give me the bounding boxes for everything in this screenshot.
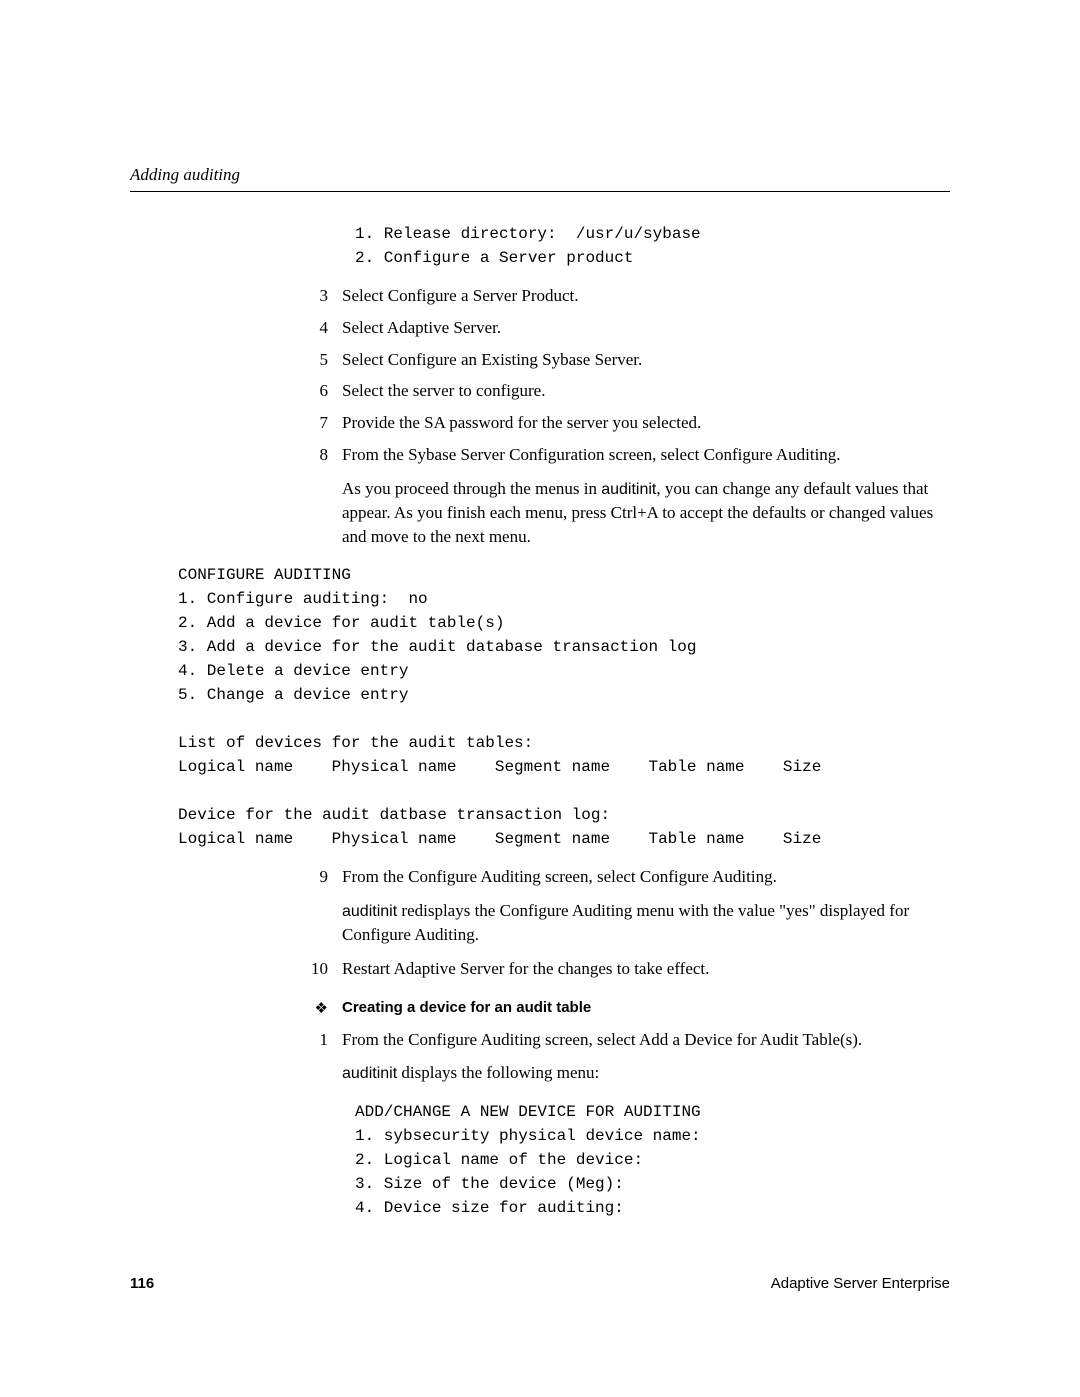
subheading-text: Creating a device for an audit table (342, 999, 591, 1018)
step-number: 7 (300, 411, 342, 435)
step-list-d: 1 From the Configure Auditing screen, se… (130, 1028, 950, 1052)
step-text: From the Configure Auditing screen, sele… (342, 865, 950, 889)
step-number: 6 (300, 379, 342, 403)
step-number: 10 (300, 957, 342, 981)
step-number: 3 (300, 284, 342, 308)
step-number: 4 (300, 316, 342, 340)
step-text: From the Sybase Server Configuration scr… (342, 443, 950, 467)
subheading-row: ❖ Creating a device for an audit table (300, 999, 950, 1018)
paragraph-2: auditinit redisplays the Configure Audit… (342, 899, 950, 947)
step-item: 7 Provide the SA password for the server… (300, 411, 950, 435)
step-text: Select the server to configure. (342, 379, 950, 403)
paragraph-3: auditinit displays the following menu: (342, 1061, 950, 1085)
step-item: 9 From the Configure Auditing screen, se… (300, 865, 950, 889)
step-text: Provide the SA password for the server y… (342, 411, 950, 435)
step-item: 3 Select Configure a Server Product. (300, 284, 950, 308)
page-footer: 116 Adaptive Server Enterprise (130, 1275, 950, 1292)
step-number: 8 (300, 443, 342, 467)
para3-post: displays the following menu: (397, 1063, 599, 1082)
step-text: Select Adaptive Server. (342, 316, 950, 340)
step-text: Restart Adaptive Server for the changes … (342, 957, 950, 981)
auditinit-term: auditinit (601, 481, 656, 498)
step-number: 5 (300, 348, 342, 372)
header-rule (130, 191, 950, 192)
step-item: 6 Select the server to configure. (300, 379, 950, 403)
subheading-marker: ❖ (300, 999, 342, 1018)
para1-pre: As you proceed through the menus in (342, 479, 601, 498)
step-number: 1 (300, 1028, 342, 1052)
step-text: Select Configure a Server Product. (342, 284, 950, 308)
para2-mid: redisplays the Configure Auditing menu w… (342, 901, 909, 944)
step-text: From the Configure Auditing screen, sele… (342, 1028, 950, 1052)
code-block-1: 1. Release directory: /usr/u/sybase 2. C… (355, 222, 950, 270)
step-text: Select Configure an Existing Sybase Serv… (342, 348, 950, 372)
step-item: 10 Restart Adaptive Server for the chang… (300, 957, 950, 981)
step-item: 5 Select Configure an Existing Sybase Se… (300, 348, 950, 372)
auditinit-term: auditinit (342, 903, 397, 920)
step-item: 1 From the Configure Auditing screen, se… (300, 1028, 950, 1052)
step-item: 8 From the Sybase Server Configuration s… (300, 443, 950, 467)
document-page: Adding auditing 1. Release directory: /u… (0, 0, 1080, 1220)
step-list-a: 3 Select Configure a Server Product. 4 S… (130, 284, 950, 467)
code-block-2: CONFIGURE AUDITING 1. Configure auditing… (178, 563, 950, 851)
page-number: 116 (130, 1275, 154, 1292)
step-number: 9 (300, 865, 342, 889)
footer-product: Adaptive Server Enterprise (771, 1275, 950, 1292)
code-block-3: ADD/CHANGE A NEW DEVICE FOR AUDITING 1. … (355, 1100, 950, 1220)
running-header: Adding auditing (130, 165, 950, 185)
step-list-b: 9 From the Configure Auditing screen, se… (130, 865, 950, 889)
paragraph-1: As you proceed through the menus in audi… (342, 477, 950, 549)
step-list-c: 10 Restart Adaptive Server for the chang… (130, 957, 950, 981)
auditinit-term: auditinit (342, 1065, 397, 1082)
step-item: 4 Select Adaptive Server. (300, 316, 950, 340)
